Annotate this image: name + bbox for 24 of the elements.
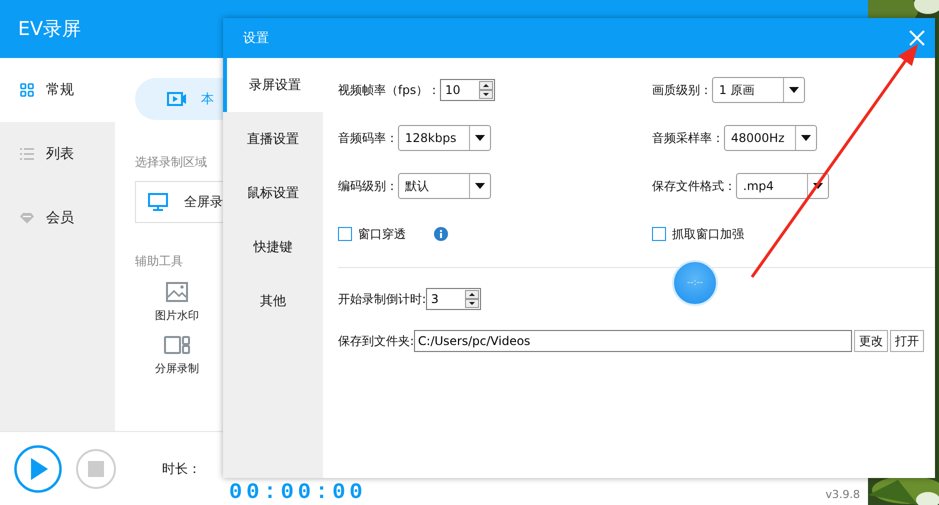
checkbox-label: 窗口穿透 [358, 226, 406, 242]
section-heading: 选择录制区域 [135, 154, 207, 171]
region-option-label: 全屏录 [184, 194, 223, 211]
duration-label: 时长： [162, 460, 201, 478]
field-label: 音频采样率： [652, 130, 724, 146]
section-heading: 辅助工具 [135, 253, 183, 270]
tool-label: 图片水印 [155, 308, 199, 323]
sidebar-label: 会员 [46, 209, 74, 227]
app-title: EV录屏 [18, 17, 82, 42]
sidebar-label: 列表 [46, 145, 74, 163]
checkbox-label: 抓取窗口加强 [672, 226, 744, 242]
field-label: 画质级别： [652, 82, 712, 98]
mode-tab-label: 本 [201, 91, 214, 108]
timer-display: 00:00:00 [229, 480, 367, 504]
sidebar-label: 常规 [46, 81, 74, 99]
field-label: 开始录制倒计时: [338, 290, 426, 308]
field-label: 保存到文件夹: [338, 332, 414, 350]
field-label: 视频帧率（fps）： [338, 82, 440, 98]
version-label: v3.9.8 [826, 488, 860, 501]
field-label: 保存文件格式： [652, 178, 736, 194]
field-label: 音频码率： [338, 130, 398, 146]
tool-label: 分屏录制 [155, 361, 199, 376]
field-label: 编码级别： [338, 178, 398, 194]
dialog-title: 设置 [243, 30, 269, 47]
